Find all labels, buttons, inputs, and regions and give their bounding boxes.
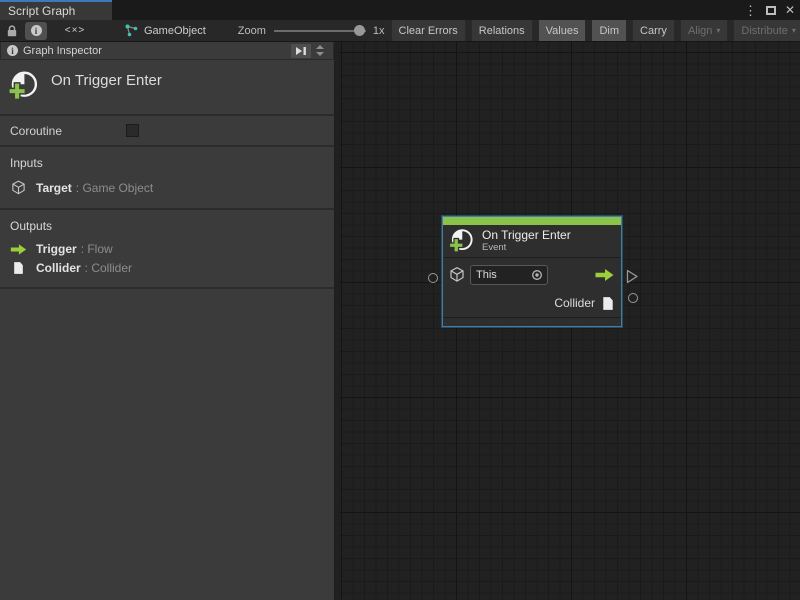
zoom-control: Zoom 1x [238, 25, 385, 37]
object-picker-icon[interactable] [531, 269, 543, 281]
zoom-label: Zoom [238, 25, 266, 37]
port-type: : Flow [81, 242, 113, 256]
node-title: On Trigger Enter [482, 229, 571, 242]
lock-icon [6, 24, 18, 38]
port-type: : Collider [85, 261, 132, 275]
lock-button[interactable] [1, 22, 23, 40]
flow-arrow-icon [10, 243, 27, 256]
button-label: Relations [479, 25, 525, 37]
main-area: i Graph Inspector On Trigger Enter [0, 42, 800, 600]
tab-title: Script Graph [8, 4, 75, 18]
graph-inspector-title: Graph Inspector [23, 45, 102, 57]
maximize-icon[interactable] [766, 6, 776, 15]
align-dropdown-button[interactable]: Align ▾ [680, 20, 728, 42]
document-icon [602, 296, 614, 311]
target-field-value: This [476, 269, 531, 281]
info-icon: i [7, 45, 18, 56]
inputs-section: Inputs Target : Game Object [0, 147, 334, 210]
zoom-value: 1x [373, 25, 385, 37]
coroutine-checkbox[interactable] [126, 124, 139, 137]
document-icon [10, 261, 27, 275]
button-label: Dim [599, 25, 619, 37]
inspector-toggle-button[interactable]: i [25, 22, 47, 40]
title-bar: Script Graph ⋮ ✕ [0, 0, 800, 20]
target-input-port[interactable] [428, 273, 438, 283]
carry-toggle-button[interactable]: Carry [632, 20, 675, 42]
outputs-section: Outputs Trigger : Flow Collider : Collid… [0, 210, 334, 289]
button-label: Align [688, 25, 712, 37]
node-subtitle: Event [482, 242, 571, 253]
output-port-row: Collider : Collider [0, 259, 334, 278]
code-icon: <×> [65, 25, 86, 36]
event-unit-icon [448, 227, 475, 256]
output-port-row: Trigger : Flow [0, 240, 334, 259]
clear-errors-button[interactable]: Clear Errors [391, 20, 466, 42]
zoom-slider[interactable] [274, 30, 366, 32]
button-label: Carry [640, 25, 667, 37]
flow-arrow-icon [594, 268, 615, 282]
window-menu-icon[interactable]: ⋮ [744, 4, 757, 17]
unit-title-section: On Trigger Enter [0, 60, 334, 116]
dock-icon [295, 46, 307, 56]
button-label: Distribute [741, 25, 787, 37]
close-icon[interactable]: ✕ [785, 4, 795, 16]
toolbar-button-group: Clear Errors Relations Values Dim Carry … [385, 20, 800, 42]
chevron-up-icon [316, 45, 324, 49]
input-port-row: Target : Game Object [0, 177, 334, 199]
collider-output-port[interactable] [628, 293, 638, 303]
graph-reference-breadcrumb[interactable]: GameObject [124, 23, 206, 38]
node-header[interactable]: On Trigger Enter Event [443, 225, 621, 258]
window-controls: ⋮ ✕ [744, 0, 795, 20]
event-unit-icon [7, 69, 40, 104]
port-name: Target [36, 181, 72, 195]
game-object-icon [449, 266, 465, 283]
button-label: Values [546, 25, 579, 37]
info-icon: i [31, 25, 42, 36]
target-object-field[interactable]: This [470, 265, 548, 285]
port-type: : Game Object [76, 181, 153, 195]
coroutine-label: Coroutine [10, 124, 62, 138]
node-titles: On Trigger Enter Event [482, 229, 571, 253]
outputs-heading: Outputs [0, 217, 334, 240]
values-toggle-button[interactable]: Values [538, 20, 587, 42]
zoom-slider-thumb[interactable] [354, 25, 365, 36]
button-label: Clear Errors [399, 25, 458, 37]
graph-inspector-header: i Graph Inspector [0, 42, 334, 60]
chevron-down-icon [316, 52, 324, 56]
unit-title: On Trigger Enter [51, 72, 162, 89]
on-trigger-enter-node[interactable]: On Trigger Enter Event This [442, 216, 622, 327]
preview-code-button[interactable]: <×> [55, 22, 95, 40]
dock-panel-button[interactable] [291, 44, 311, 58]
relations-button[interactable]: Relations [471, 20, 533, 42]
tab-script-graph[interactable]: Script Graph [0, 0, 112, 20]
graph-inspector-panel: i Graph Inspector On Trigger Enter [0, 42, 340, 600]
node-footer [443, 317, 621, 326]
port-name: Trigger [36, 242, 77, 256]
graph-toolbar: i <×> GameObject Zoom 1x Clear Errors Re… [0, 20, 800, 42]
node-target-row: This [443, 258, 621, 291]
inputs-heading: Inputs [0, 154, 334, 177]
chevron-down-icon: ▾ [716, 26, 720, 35]
game-object-icon [10, 179, 27, 196]
graph-canvas[interactable]: On Trigger Enter Event This [340, 42, 800, 600]
distribute-dropdown-button[interactable]: Distribute ▾ [733, 20, 800, 42]
graph-reference-label: GameObject [144, 25, 206, 37]
node-collider-row: Collider [443, 291, 621, 315]
chevron-down-icon: ▾ [792, 26, 796, 35]
trigger-flow-port[interactable] [626, 269, 639, 284]
graph-icon [124, 23, 139, 38]
collider-output-label: Collider [554, 296, 595, 310]
dim-toggle-button[interactable]: Dim [591, 20, 627, 42]
panel-scrubber[interactable] [316, 45, 324, 56]
coroutine-row: Coroutine [0, 116, 334, 147]
node-body[interactable]: On Trigger Enter Event This [442, 216, 622, 327]
node-color-bar [443, 217, 621, 225]
port-name: Collider [36, 261, 81, 275]
